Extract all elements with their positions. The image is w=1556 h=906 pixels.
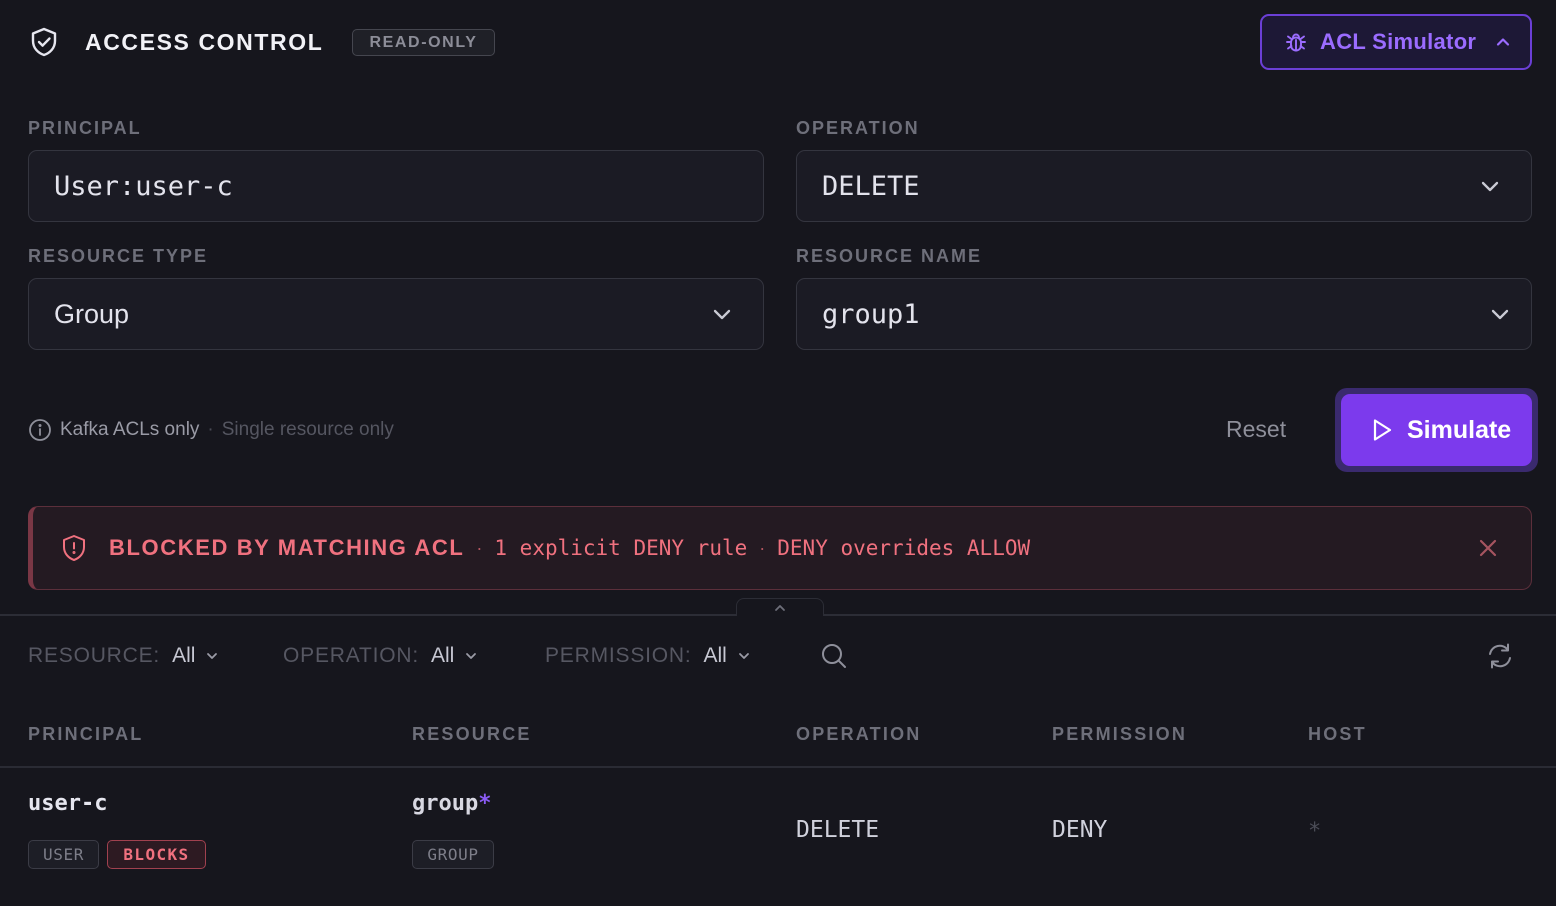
column-header-operation[interactable]: OPERATION	[796, 724, 921, 745]
chevron-down-icon	[713, 309, 731, 320]
bug-icon	[1286, 33, 1306, 52]
permission-cell: DENY	[1052, 817, 1108, 843]
alert-separator: ·	[476, 537, 483, 558]
permission-filter-key: PERMISSION:	[545, 644, 692, 667]
collapse-handle[interactable]	[736, 598, 824, 616]
page-title: ACCESS CONTROL	[85, 29, 324, 55]
operation-filter-value: All	[430, 644, 455, 667]
scope-note-secondary: Single resource only	[221, 419, 394, 440]
play-icon	[1373, 419, 1392, 441]
host-cell: *	[1308, 819, 1322, 844]
resource-name-select[interactable]: group1	[796, 278, 1532, 350]
simulation-result-alert: BLOCKED BY MATCHING ACL · 1 explicit DEN…	[28, 506, 1532, 590]
chevron-down-icon	[1491, 309, 1509, 320]
blocks-badge: BLOCKS	[107, 840, 206, 869]
principal-type-chip: USER	[28, 840, 99, 869]
principal-value: User:user-c	[54, 170, 233, 202]
simulate-button-focus-ring: Simulate	[1335, 388, 1538, 472]
read-only-badge: READ-ONLY	[352, 29, 495, 56]
close-icon[interactable]	[1477, 537, 1499, 559]
alert-detail-precedence: DENY overrides ALLOW	[777, 536, 1031, 560]
operation-select[interactable]: DELETE	[796, 150, 1532, 222]
refresh-icon[interactable]	[1485, 641, 1515, 671]
resource-type-chip: GROUP	[412, 840, 494, 869]
resource-filter[interactable]: RESOURCE: All	[28, 644, 219, 668]
operation-cell: DELETE	[796, 817, 880, 843]
scope-note-primary: Kafka ACLs only	[60, 419, 200, 440]
alert-title: BLOCKED BY MATCHING ACL	[109, 535, 465, 560]
alert-detail-deny-count: 1 explicit DENY rule	[494, 536, 748, 560]
acl-simulator-toggle-button[interactable]: ACL Simulator	[1260, 14, 1532, 70]
simulate-button[interactable]: Simulate	[1341, 394, 1532, 466]
operation-label: OPERATION	[796, 118, 920, 138]
permission-filter-value: All	[703, 644, 727, 667]
info-icon	[29, 419, 51, 441]
resource-type-select[interactable]: Group	[28, 278, 764, 350]
resource-filter-key: RESOURCE:	[28, 644, 161, 667]
chevron-down-icon	[1481, 181, 1499, 192]
column-header-permission[interactable]: PERMISSION	[1052, 724, 1187, 745]
resource-name: group*	[412, 791, 491, 816]
page-header: ACCESS CONTROL READ-ONLY ACL Simulator	[0, 0, 1556, 86]
operation-value: DELETE	[822, 170, 920, 202]
scope-note-separator: ·	[207, 419, 214, 440]
resource-filter-value: All	[172, 644, 196, 667]
resource-name-label: RESOURCE NAME	[796, 246, 983, 266]
chevron-down-icon	[738, 653, 749, 659]
operation-filter-key: OPERATION:	[283, 644, 419, 667]
shield-check-icon	[31, 27, 57, 57]
shield-alert-icon	[63, 535, 85, 561]
principal-label: PRINCIPAL	[28, 118, 142, 138]
scope-note: Kafka ACLs only · Single resource only	[28, 418, 394, 442]
search-icon[interactable]	[820, 642, 848, 670]
column-header-resource[interactable]: RESOURCE	[412, 724, 532, 745]
alert-separator: ·	[759, 537, 766, 558]
simulate-label: Simulate	[1407, 415, 1512, 444]
resource-name-value: group1	[822, 298, 920, 330]
column-header-host[interactable]: HOST	[1308, 724, 1367, 745]
resource-name-text: group	[412, 791, 479, 816]
principal-name: user-c	[28, 791, 108, 816]
permission-filter[interactable]: PERMISSION: All	[545, 644, 751, 668]
chevron-down-icon	[207, 653, 218, 659]
chevron-up-icon	[1497, 38, 1510, 46]
resource-type-label: RESOURCE TYPE	[28, 246, 209, 266]
table-header-divider	[0, 766, 1556, 768]
principal-input[interactable]: User:user-c	[28, 150, 764, 222]
wildcard-marker: *	[478, 791, 492, 816]
chevron-down-icon	[466, 653, 477, 659]
chevron-up-icon	[775, 605, 785, 611]
resource-type-value: Group	[54, 298, 130, 329]
acl-simulator-label: ACL Simulator	[1320, 29, 1477, 54]
column-header-principal[interactable]: PRINCIPAL	[28, 724, 143, 745]
operation-filter[interactable]: OPERATION: All	[283, 644, 478, 668]
reset-button[interactable]: Reset	[1226, 416, 1286, 443]
